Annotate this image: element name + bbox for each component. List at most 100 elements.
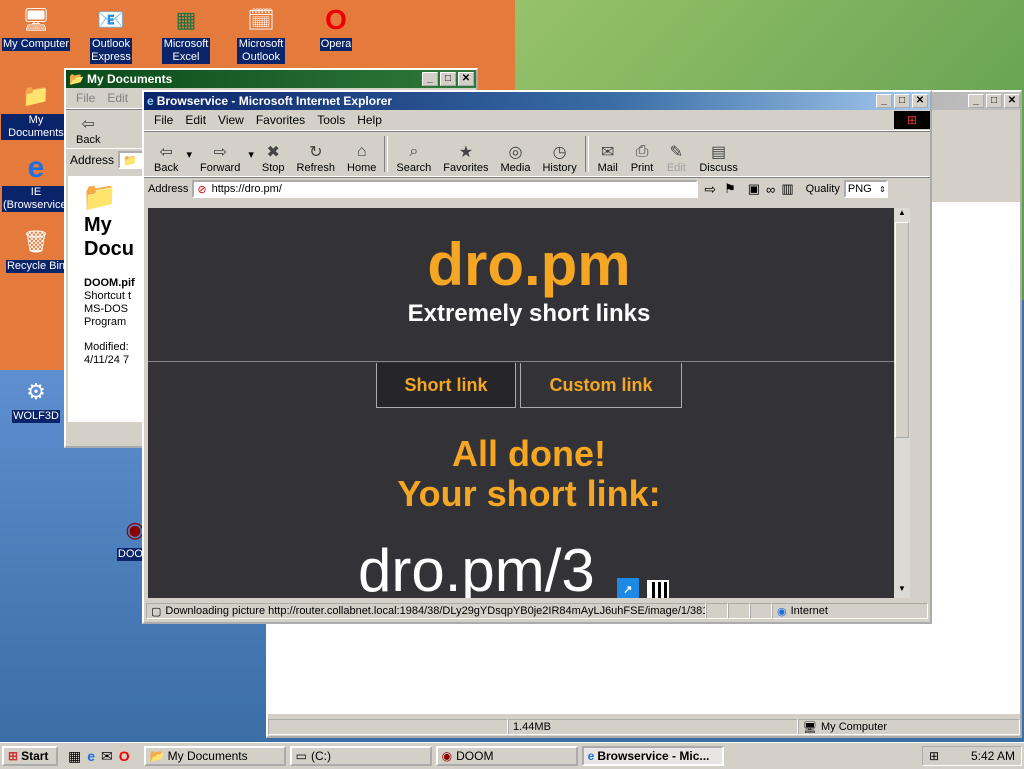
page-viewport[interactable]: dro.pm Extremely short links Short link …: [148, 208, 910, 598]
ie-titlebar[interactable]: e Browservice - Microsoft Internet Explo…: [144, 92, 930, 110]
maximize-button[interactable]: □: [894, 94, 910, 108]
back-dropdown[interactable]: ▾: [184, 134, 194, 174]
qr-code-icon[interactable]: [646, 580, 669, 598]
search-button[interactable]: ⌕ Search: [390, 134, 437, 174]
maximize-button[interactable]: □: [440, 72, 456, 86]
outlook-quick-icon[interactable]: ✉: [101, 748, 113, 765]
desktop-icon-opera[interactable]: O Opera: [301, 4, 371, 51]
desktop-icon-outlook-express[interactable]: 📧 Outlook Express: [76, 4, 146, 64]
discuss-button[interactable]: ▤ Discuss: [693, 134, 744, 174]
menu-help[interactable]: Help: [351, 113, 388, 127]
page-loading-icon: ▢: [151, 605, 162, 618]
desktop-icon-ie[interactable]: e IE (Browservice): [1, 151, 71, 212]
minimize-button[interactable]: _: [876, 94, 892, 108]
refresh-button[interactable]: ↻ Refresh: [291, 134, 342, 174]
opera-quick-icon[interactable]: O: [119, 748, 130, 765]
menubar: File Edit View Favorites Tools Help ⊞: [144, 110, 930, 131]
folder-small-icon: 📂: [69, 72, 84, 86]
menu-edit[interactable]: Edit: [179, 113, 212, 127]
forward-dropdown[interactable]: ▾: [246, 134, 256, 174]
site-header: dro.pm Extremely short links: [148, 208, 910, 362]
menu-edit[interactable]: Edit: [101, 91, 134, 105]
desktop-icon-outlook[interactable]: 🗓 Microsoft Outlook: [226, 4, 296, 64]
favorites-button[interactable]: ★ Favorites: [437, 134, 494, 174]
maximize-button[interactable]: □: [986, 94, 1002, 108]
menu-favorites[interactable]: Favorites: [250, 113, 311, 127]
menu-tools[interactable]: Tools: [311, 113, 351, 127]
ie-toolbar: ⇦ Back ▾ ⇨ Forward ▾ ✖ Stop ↻ Refresh ⌂ Home …: [144, 131, 930, 177]
minimize-button[interactable]: _: [422, 72, 438, 86]
close-button[interactable]: ✕: [458, 72, 474, 86]
vertical-scrollbar[interactable]: ▲ ▼: [894, 208, 910, 598]
site-logo[interactable]: dro.pm: [148, 208, 910, 300]
desktop-icon-excel[interactable]: ▦ Microsoft Excel: [151, 4, 221, 64]
forward-button[interactable]: ⇨ Forward: [194, 134, 246, 174]
show-desktop-icon[interactable]: ▦: [68, 748, 81, 765]
computer-icon: 🖥: [22, 7, 50, 32]
wolf3d-icon: ⚙: [26, 379, 46, 404]
back-arrow-icon: ⇦: [81, 116, 95, 133]
address-bar: Address ⊘ https://dro.pm/ ⇨ ⚑ ▣ ∞ ▥ Qual…: [144, 177, 930, 200]
desktop-icon-recycle-bin[interactable]: 🗑 Recycle Bin: [1, 226, 71, 273]
edit-button[interactable]: ✎ Edit: [659, 134, 693, 174]
ie-quick-icon[interactable]: e: [87, 748, 95, 765]
task-drive-c[interactable]: ▭ (C:): [289, 746, 432, 766]
start-button[interactable]: ⊞ Start: [2, 746, 58, 766]
home-icon: ⌂: [356, 143, 367, 160]
history-button[interactable]: ◷ History: [536, 134, 582, 174]
back-button[interactable]: ⇦ Back: [148, 134, 184, 174]
quality-select[interactable]: PNG ⇕: [843, 180, 888, 198]
my-documents-titlebar[interactable]: 📂 My Documents _ □ ✕: [66, 70, 476, 88]
back-arrow-icon: ⇦: [159, 144, 173, 161]
tab-short-link[interactable]: Short link: [376, 363, 516, 408]
mail-button[interactable]: ✉ Mail: [591, 134, 625, 174]
find-icon[interactable]: ∞: [766, 182, 775, 197]
close-button[interactable]: ✕: [1004, 94, 1020, 108]
tab-custom-link[interactable]: Custom link: [520, 363, 682, 408]
folder-large-icon: 📁: [82, 181, 117, 212]
drive-icon: ▭: [295, 749, 307, 763]
ie-icon: e: [27, 151, 45, 184]
task-doom[interactable]: ◉ DOOM: [435, 746, 578, 766]
back-button[interactable]: ⇦ Back: [70, 112, 106, 146]
folder-icon: 📁: [22, 83, 50, 108]
media-icon: ◎: [508, 144, 523, 161]
go-arrow-icon[interactable]: ⇨: [704, 181, 716, 198]
desktop-icon-wolf3d[interactable]: ⚙ WOLF3D: [1, 376, 71, 423]
close-button[interactable]: ✕: [912, 94, 928, 108]
bookmark-icon[interactable]: ⚑: [724, 181, 736, 197]
url-field[interactable]: ⊘ https://dro.pm/: [192, 180, 699, 198]
link-tabs: Short link Custom link: [148, 363, 910, 408]
favorites-folder-icon: ★: [458, 144, 474, 161]
clock[interactable]: 5:42 AM: [971, 749, 1015, 763]
open-link-icon[interactable]: ↗: [616, 578, 639, 598]
computer-small-icon: 🖥: [803, 721, 817, 734]
menu-file[interactable]: File: [70, 91, 101, 105]
home-button[interactable]: ⌂ Home: [341, 134, 382, 174]
network-tray-icon[interactable]: ⊞: [929, 749, 939, 763]
media-button[interactable]: ◎ Media: [495, 134, 537, 174]
window-title: Browservice - Microsoft Internet Explore…: [156, 94, 393, 108]
ie-small-icon: e: [587, 749, 595, 763]
stop-icon: ✖: [266, 144, 280, 161]
folder-heading: My Docu: [84, 214, 134, 260]
history-icon: ◷: [552, 144, 567, 161]
minimize-button[interactable]: _: [968, 94, 984, 108]
desktop-icon-my-computer[interactable]: 🖥 My Computer: [1, 4, 71, 51]
scroll-down-arrow[interactable]: ▼: [894, 584, 910, 598]
desktop-icon-my-documents[interactable]: 📁 My Documents: [1, 80, 71, 140]
edit-icon: ✎: [669, 144, 684, 161]
folder-small-icon: 📁: [123, 154, 137, 167]
menu-file[interactable]: File: [148, 113, 179, 127]
print-button[interactable]: ⎙ Print: [625, 134, 660, 174]
stop-button[interactable]: ✖ Stop: [256, 134, 291, 174]
scroll-thumb[interactable]: [895, 222, 909, 438]
task-browservice[interactable]: e Browservice - Mic...: [581, 746, 724, 766]
clipboard-icon[interactable]: ▥: [781, 181, 793, 197]
scroll-up-arrow[interactable]: ▲: [894, 208, 910, 222]
menu-view[interactable]: View: [212, 113, 250, 127]
save-page-icon[interactable]: ▣: [748, 181, 760, 197]
site-tagline: Extremely short links: [407, 300, 651, 327]
task-my-documents[interactable]: 📂 My Documents: [143, 746, 286, 766]
short-link-result[interactable]: dro.pm/3: [358, 538, 595, 599]
